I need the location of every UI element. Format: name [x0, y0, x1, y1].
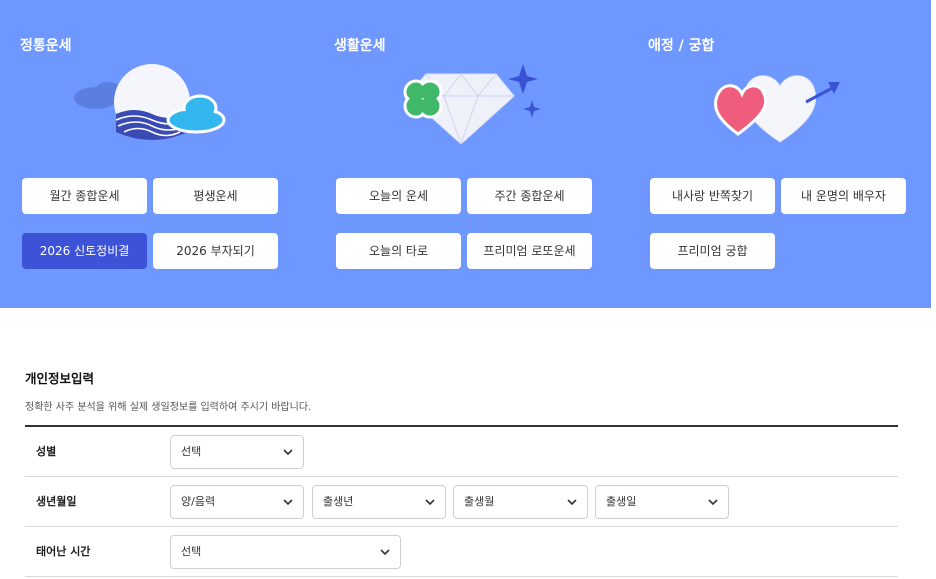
select-value: 출생년 [323, 495, 354, 508]
premium-lotto-button[interactable]: 프리미엄 로또운세 [467, 233, 592, 269]
premium-compatibility-button[interactable]: 프리미엄 궁합 [650, 233, 775, 269]
category-love: 애정 / 궁합 내사랑 반쪽찾기 내 운명의 배우자 프리미엄 궁합 [648, 0, 910, 308]
find-soulmate-button[interactable]: 내사랑 반쪽찾기 [650, 178, 775, 214]
form-row-birthdate: 생년월일 양/음력 출생년 출생월 출생일 [25, 477, 898, 527]
chevron-down-icon [567, 499, 577, 506]
destined-spouse-button[interactable]: 내 운명의 배우자 [781, 178, 906, 214]
gender-select[interactable]: 선택 [170, 435, 304, 469]
category-title: 정통운세 [20, 38, 72, 54]
today-tarot-button[interactable]: 오늘의 타로 [336, 233, 461, 269]
select-value: 선택 [181, 445, 202, 458]
category-banner: 정통운세 월간 종합운세 평생운세 2026 신토정비결 2026 부자되기 생… [0, 0, 931, 308]
birth-year-select[interactable]: 출생년 [312, 485, 446, 519]
birth-time-select[interactable]: 선택 [170, 535, 401, 569]
row-label: 성별 [36, 445, 57, 458]
category-traditional: 정통운세 월간 종합운세 평생운세 2026 신토정비결 2026 부자되기 [20, 0, 282, 308]
select-value: 양/음력 [181, 495, 216, 508]
row-label: 생년월일 [36, 495, 77, 508]
calendar-type-select[interactable]: 양/음력 [170, 485, 304, 519]
chevron-down-icon [425, 499, 435, 506]
become-rich-button[interactable]: 2026 부자되기 [153, 233, 278, 269]
select-value: 출생월 [464, 495, 495, 508]
form-row-birthtime: 태어난 시간 선택 [25, 527, 898, 577]
personal-info-form: 성별 선택 생년월일 양/음력 출생년 출생월 출생일 태어난 시간 선택 [25, 425, 898, 577]
weekly-fortune-button[interactable]: 주간 종합운세 [467, 178, 592, 214]
today-fortune-button[interactable]: 오늘의 운세 [336, 178, 461, 214]
chevron-down-icon [283, 449, 293, 456]
form-row-gender: 성별 선택 [25, 427, 898, 477]
form-title: 개인정보입력 [25, 371, 95, 386]
chevron-down-icon [283, 499, 293, 506]
select-value: 선택 [181, 545, 202, 558]
birth-day-select[interactable]: 출생일 [595, 485, 729, 519]
select-value: 출생일 [606, 495, 637, 508]
row-label: 태어난 시간 [36, 545, 91, 558]
category-title: 애정 / 궁합 [648, 38, 715, 54]
birth-month-select[interactable]: 출생월 [453, 485, 588, 519]
chevron-down-icon [708, 499, 718, 506]
tojeong-button[interactable]: 2026 신토정비결 [22, 233, 147, 269]
hearts-arrow-icon [714, 75, 840, 143]
chevron-down-icon [380, 549, 390, 556]
clover-diamond-icon [403, 64, 541, 145]
monthly-fortune-button[interactable]: 월간 종합운세 [22, 178, 147, 214]
category-title: 생활운세 [334, 38, 386, 54]
lifetime-fortune-button[interactable]: 평생운세 [153, 178, 278, 214]
category-daily: 생활운세 오늘의 운세 주간 종합운세 오늘의 타로 프리미엄 로또운세 [334, 0, 596, 308]
form-description: 정확한 사주 분석을 위해 실제 생일정보를 입력하여 주시기 바랍니다. [25, 402, 312, 413]
moon-cloud-icon [74, 64, 226, 140]
